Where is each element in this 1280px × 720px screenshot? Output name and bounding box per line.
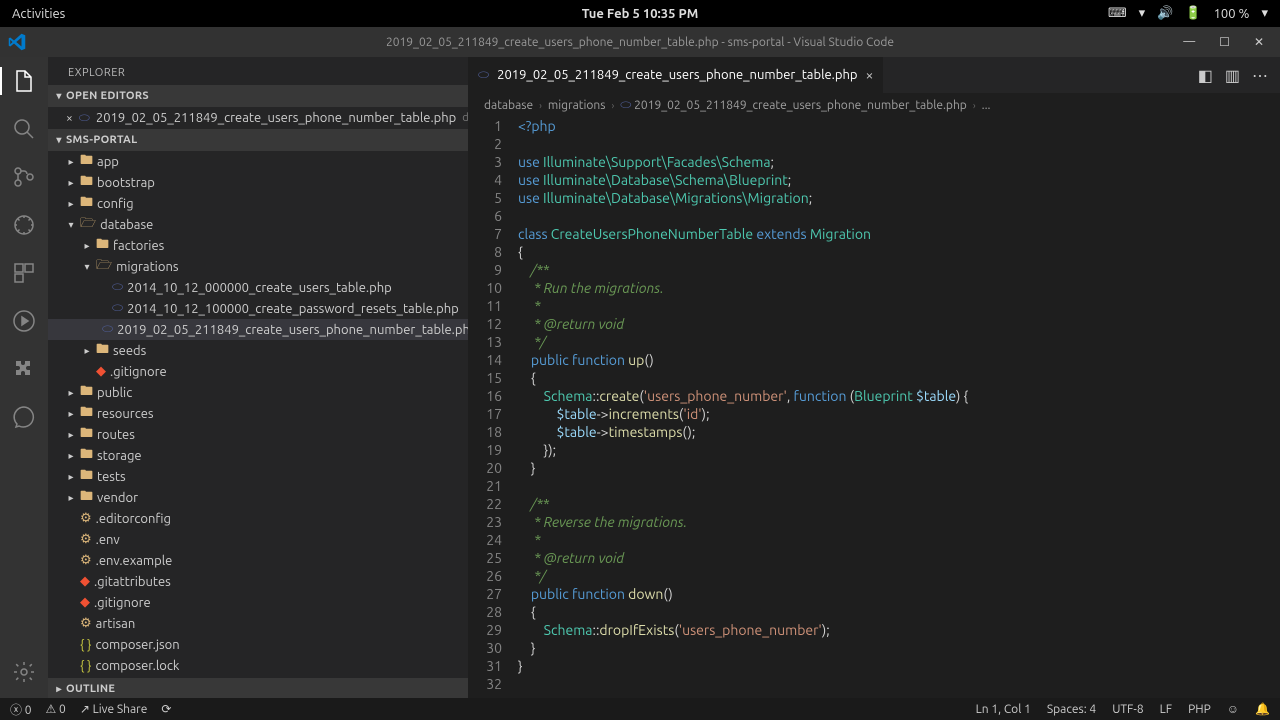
breadcrumbs[interactable]: database›migrations›⬭ 2019_02_05_211849_… bbox=[468, 93, 1280, 117]
window-close-icon[interactable]: ✕ bbox=[1254, 35, 1264, 49]
extensions-icon[interactable] bbox=[10, 259, 38, 287]
editor-area: ⬭ 2019_02_05_211849_create_users_phone_n… bbox=[468, 57, 1280, 700]
tree-row[interactable]: { }composer.lock bbox=[48, 655, 468, 676]
wifi-icon[interactable]: ▾ bbox=[1139, 6, 1146, 21]
system-menu-icon[interactable]: ▾ bbox=[1261, 6, 1268, 21]
php-icon: ⬭ bbox=[79, 111, 90, 126]
sync-icon[interactable]: ⟳ bbox=[161, 702, 171, 716]
live-share-button[interactable]: ↗ Live Share bbox=[80, 702, 148, 716]
live-share-icon[interactable] bbox=[10, 403, 38, 431]
errors-indicator[interactable]: ⓧ 0 bbox=[10, 701, 32, 718]
tree-row[interactable]: ▸🖿bootstrap bbox=[48, 172, 468, 193]
close-icon[interactable]: × bbox=[866, 67, 874, 83]
window-titlebar: 2019_02_05_211849_create_users_phone_num… bbox=[0, 27, 1280, 57]
battery-text: 100 % bbox=[1214, 7, 1250, 21]
vscode-logo-icon bbox=[8, 33, 26, 51]
tree-row[interactable]: ⚙.editorconfig bbox=[48, 508, 468, 529]
more-icon[interactable]: ⋯ bbox=[1252, 66, 1268, 85]
tree-row[interactable]: ▸🖿tests bbox=[48, 466, 468, 487]
tree-row[interactable]: ▸🖿routes bbox=[48, 424, 468, 445]
code-content[interactable]: <?php use Illuminate\Support\Facades\Sch… bbox=[518, 117, 1280, 700]
tree-row[interactable]: ▾🗁database bbox=[48, 214, 468, 235]
tree-row[interactable]: ⬭2014_10_12_100000_create_password_reset… bbox=[48, 298, 468, 319]
activity-bar bbox=[0, 57, 48, 700]
keyboard-icon[interactable]: ⌨ bbox=[1108, 6, 1127, 21]
breadcrumb-item[interactable]: ... bbox=[982, 99, 991, 112]
tab-label: 2019_02_05_211849_create_users_phone_num… bbox=[497, 68, 857, 82]
editor-tabs: ⬭ 2019_02_05_211849_create_users_phone_n… bbox=[468, 57, 1280, 93]
indentation[interactable]: Spaces: 4 bbox=[1047, 703, 1096, 716]
tree-row[interactable]: ⬭2019_02_05_211849_create_users_phone_nu… bbox=[48, 319, 468, 340]
tree-row[interactable]: ▸🖿public bbox=[48, 382, 468, 403]
tree-row[interactable]: ▸🖿config bbox=[48, 193, 468, 214]
tree-row[interactable]: ◆.gitignore bbox=[48, 361, 468, 382]
breadcrumb-item[interactable]: ⬭ 2019_02_05_211849_create_users_phone_n… bbox=[620, 98, 967, 113]
tree-row[interactable]: ⚙artisan bbox=[48, 613, 468, 634]
close-icon[interactable]: × bbox=[66, 112, 73, 125]
warnings-indicator[interactable]: ⚠ 0 bbox=[46, 702, 66, 716]
tree-row[interactable]: ▸🖿storage bbox=[48, 445, 468, 466]
code-editor[interactable]: 1234567891011121314151617181920212223242… bbox=[468, 117, 1280, 700]
source-control-icon[interactable] bbox=[10, 163, 38, 191]
window-maximize-icon[interactable]: ☐ bbox=[1219, 35, 1230, 49]
tree-row[interactable]: ◆.gitignore bbox=[48, 592, 468, 613]
file-tree: ▸🖿app▸🖿bootstrap▸🖿config▾🗁database▸🖿fact… bbox=[48, 151, 468, 678]
settings-gear-icon[interactable] bbox=[10, 658, 38, 686]
breadcrumb-item[interactable]: migrations bbox=[548, 99, 606, 112]
debug-icon[interactable] bbox=[10, 211, 38, 239]
activities-button[interactable]: Activities bbox=[12, 7, 65, 21]
status-bar: ⓧ 0 ⚠ 0 ↗ Live Share ⟳ Ln 1, Col 1 Space… bbox=[0, 698, 1280, 720]
notifications-icon[interactable]: 🔔 bbox=[1255, 702, 1270, 716]
tree-row[interactable]: ⬭2014_10_12_000000_create_users_table.ph… bbox=[48, 277, 468, 298]
language-mode[interactable]: PHP bbox=[1188, 703, 1211, 716]
encoding[interactable]: UTF-8 bbox=[1112, 703, 1143, 716]
project-header[interactable]: ▾SMS-PORTAL bbox=[48, 129, 468, 151]
desktop-topbar: Activities Tue Feb 5 10:35 PM ⌨ ▾ 🔊 🔋 10… bbox=[0, 0, 1280, 27]
sidebar: EXPLORER ▾OPEN EDITORS × ⬭ 2019_02_05_21… bbox=[48, 57, 468, 700]
tree-row[interactable]: { }composer.json bbox=[48, 634, 468, 655]
split-editor-icon[interactable]: ▥ bbox=[1225, 66, 1240, 85]
open-editor-label: 2019_02_05_211849_create_users_phone_num… bbox=[96, 111, 456, 125]
breadcrumb-item[interactable]: database bbox=[484, 99, 533, 112]
window-minimize-icon[interactable]: — bbox=[1183, 35, 1195, 49]
explorer-icon[interactable] bbox=[10, 67, 38, 95]
tree-row[interactable]: ▾🗁migrations bbox=[48, 256, 468, 277]
tree-row[interactable]: ▸🖿vendor bbox=[48, 487, 468, 508]
run-icon[interactable] bbox=[10, 307, 38, 335]
volume-icon[interactable]: 🔊 bbox=[1157, 6, 1173, 21]
cursor-position[interactable]: Ln 1, Col 1 bbox=[976, 703, 1031, 716]
battery-icon[interactable]: 🔋 bbox=[1185, 6, 1201, 21]
puzzle-icon[interactable] bbox=[10, 355, 38, 383]
tree-row[interactable]: ▸🖿app bbox=[48, 151, 468, 172]
outline-header[interactable]: ▸OUTLINE bbox=[48, 678, 468, 700]
tree-row[interactable]: ⚙.env.example bbox=[48, 550, 468, 571]
sidebar-title: EXPLORER bbox=[48, 57, 468, 85]
tree-row[interactable]: ▸🖿resources bbox=[48, 403, 468, 424]
clock[interactable]: Tue Feb 5 10:35 PM bbox=[582, 7, 699, 21]
tree-row[interactable]: ▸🖿factories bbox=[48, 235, 468, 256]
window-title: 2019_02_05_211849_create_users_phone_num… bbox=[386, 36, 894, 49]
line-gutter: 1234567891011121314151617181920212223242… bbox=[468, 117, 518, 700]
tree-row[interactable]: ▸🖿seeds bbox=[48, 340, 468, 361]
open-editor-item[interactable]: × ⬭ 2019_02_05_211849_create_users_phone… bbox=[48, 107, 468, 129]
tree-row[interactable]: ⚙.env bbox=[48, 529, 468, 550]
php-icon: ⬭ bbox=[478, 68, 489, 83]
open-editors-header[interactable]: ▾OPEN EDITORS bbox=[48, 85, 468, 107]
compare-icon[interactable]: ◧ bbox=[1198, 66, 1213, 85]
eol[interactable]: LF bbox=[1160, 703, 1172, 716]
feedback-icon[interactable]: ☺ bbox=[1227, 702, 1239, 716]
search-icon[interactable] bbox=[10, 115, 38, 143]
editor-tab[interactable]: ⬭ 2019_02_05_211849_create_users_phone_n… bbox=[468, 57, 884, 93]
tree-row[interactable]: ◆.gitattributes bbox=[48, 571, 468, 592]
